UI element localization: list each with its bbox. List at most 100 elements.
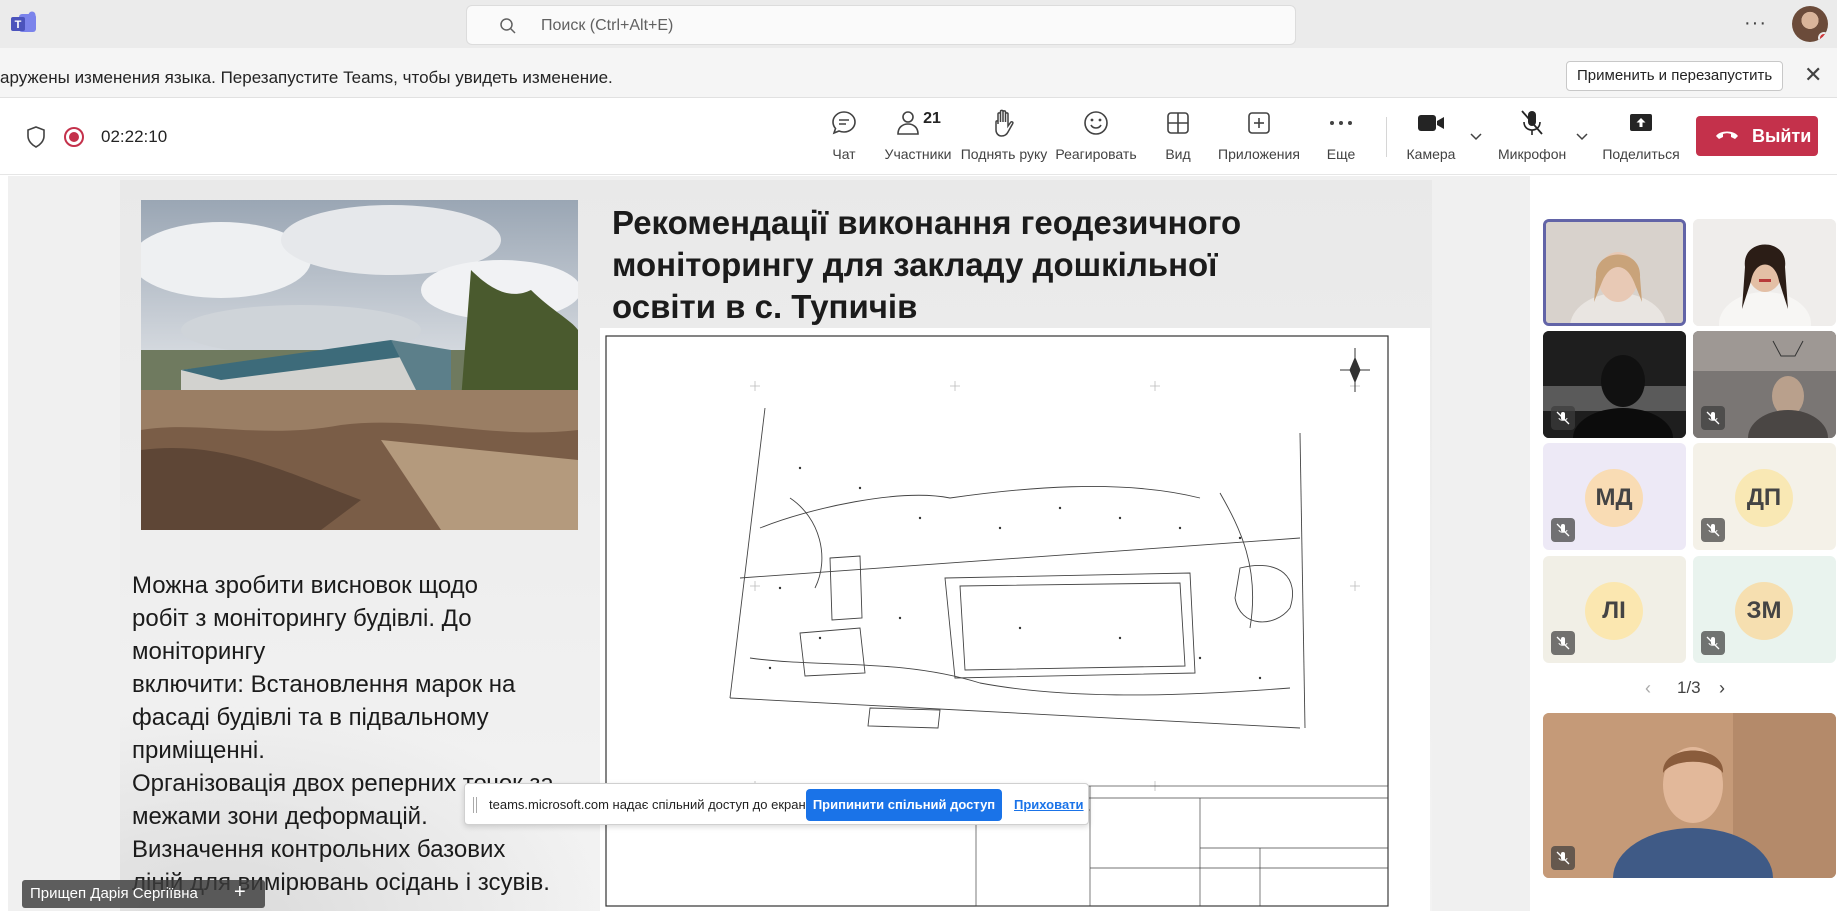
hide-link[interactable]: Приховати (1014, 797, 1084, 812)
share-button[interactable]: Поделиться (1602, 107, 1680, 162)
camera-icon (1418, 115, 1444, 131)
view-label: Вид (1165, 146, 1191, 162)
pin-icon[interactable]: + (234, 881, 246, 904)
muted-mic-icon (1701, 406, 1725, 430)
muted-mic-icon (1701, 631, 1725, 655)
toolbar-divider (1386, 117, 1387, 157)
add-app-icon (1248, 112, 1270, 134)
apps-label: Приложения (1218, 146, 1300, 162)
notice-message: аружены изменения языка. Перезапустите T… (0, 68, 613, 87)
participants-label: Участники (884, 146, 952, 162)
body-line: моніторингу (132, 638, 266, 665)
camera-options-chevron-down-icon[interactable] (1470, 133, 1482, 141)
more-label: Еще (1326, 146, 1356, 162)
self-view-tile[interactable] (1543, 713, 1836, 878)
shield-icon[interactable] (26, 126, 46, 148)
participant-initials-avatar: ЗМ (1735, 582, 1793, 640)
body-line: фасаді будівлі та в підвальному (132, 704, 489, 731)
hang-up-icon (1716, 131, 1738, 139)
camera-label: Камера (1406, 146, 1456, 162)
body-line: включити: Встановлення марок на (132, 671, 516, 698)
slide-title-line: Рекомендації виконання геодезичного (612, 204, 1242, 241)
grid-view-icon (1167, 112, 1189, 134)
react-label: Реагировать (1055, 146, 1137, 162)
meeting-toolbar: 02:22:10 Чат 21 Участники Поднять руку Р… (0, 99, 1837, 175)
more-icon (1330, 121, 1352, 125)
self-video (1543, 713, 1836, 878)
microphone-button[interactable]: Микрофон (1498, 107, 1566, 162)
muted-mic-icon (1551, 518, 1575, 542)
apply-restart-button[interactable]: Применить и перезапустить (1566, 61, 1784, 91)
raise-hand-label: Поднять руку (960, 146, 1048, 162)
slide-body-text: Можна зробити висновок щодо робіт з моні… (132, 569, 622, 899)
participant-tile[interactable] (1543, 331, 1686, 438)
muted-mic-icon (1551, 846, 1575, 870)
previous-page-chevron-left-icon[interactable]: ‹ (1645, 678, 1651, 699)
view-button[interactable]: Вид (1160, 107, 1196, 162)
body-line: приміщенні. (132, 737, 265, 764)
chat-button[interactable]: Чат (822, 107, 866, 162)
participant-video (1546, 222, 1683, 323)
raise-hand-button[interactable]: Поднять руку (960, 107, 1048, 162)
meeting-timer: 02:22:10 (101, 127, 168, 146)
search-placeholder: Поиск (Ctrl+Alt+E) (541, 17, 674, 34)
slide-title-line: моніторингу для закладу дошкільної (612, 246, 1218, 283)
participant-tile[interactable]: ДП (1693, 443, 1836, 550)
screen-share-notice: teams.microsoft.com надає спільний досту… (464, 783, 1089, 825)
muted-mic-icon (1551, 406, 1575, 430)
participants-button[interactable]: 21 Участники (882, 107, 954, 162)
body-line: Визначення контрольних базових (132, 836, 506, 863)
construction-site-photo (141, 200, 578, 530)
participants-count: 21 (923, 110, 941, 127)
people-icon (897, 111, 919, 135)
body-line: робіт з моніторингу будівлі. До (132, 605, 472, 632)
mic-off-icon (1521, 110, 1543, 135)
page-indicator: 1/3 (1677, 678, 1701, 697)
participant-tile[interactable] (1693, 331, 1836, 438)
chat-label: Чат (832, 146, 856, 162)
chat-icon (832, 111, 856, 135)
participant-video (1693, 219, 1836, 326)
teams-logo-icon[interactable]: T (10, 11, 38, 35)
participant-tile[interactable]: ЗМ (1693, 556, 1836, 663)
next-page-chevron-right-icon[interactable]: › (1719, 678, 1725, 699)
presenter-name-tag: Прищеп Дарія Сергіївна + (22, 880, 265, 908)
muted-mic-icon (1551, 631, 1575, 655)
presenter-name: Прищеп Дарія Сергіївна (30, 885, 198, 902)
more-options-icon[interactable]: ··· (1744, 12, 1767, 35)
camera-button[interactable]: Камера (1406, 107, 1456, 162)
search-box[interactable]: Поиск (Ctrl+Alt+E) (466, 5, 1296, 45)
recording-icon (64, 127, 84, 147)
stop-sharing-button[interactable]: Припинити спільний доступ (806, 789, 1002, 821)
hand-icon (995, 109, 1014, 137)
more-button[interactable]: Еще (1326, 107, 1356, 162)
share-label: Поделиться (1602, 146, 1680, 162)
leave-button[interactable]: Выйти (1696, 116, 1818, 156)
share-screen-icon (1630, 114, 1652, 131)
search-icon (500, 18, 516, 34)
drag-handle[interactable] (473, 797, 477, 813)
slide-title: Рекомендації виконання геодезичного моні… (612, 202, 1412, 328)
language-change-notice: аружены изменения языка. Перезапустите T… (0, 48, 1837, 98)
smiley-icon (1084, 111, 1108, 135)
user-avatar[interactable] (1792, 6, 1828, 42)
muted-mic-icon (1701, 518, 1725, 542)
microphone-label: Микрофон (1498, 146, 1567, 162)
participant-tile[interactable]: ЛІ (1543, 556, 1686, 663)
participant-initials-avatar: ДП (1735, 469, 1793, 527)
slide-title-line: освіти в с. Тупичів (612, 288, 918, 325)
microphone-options-chevron-down-icon[interactable] (1576, 133, 1588, 141)
react-button[interactable]: Реагировать (1055, 107, 1137, 162)
participant-initials-avatar: МД (1585, 469, 1643, 527)
share-notice-text: teams.microsoft.com надає спільний досту… (489, 797, 817, 812)
leave-label: Выйти (1752, 126, 1812, 146)
title-bar: T Поиск (Ctrl+Alt+E) ··· (0, 0, 1837, 48)
participant-tile[interactable]: МД (1543, 443, 1686, 550)
status-badge (1818, 32, 1828, 42)
participant-initials-avatar: ЛІ (1585, 582, 1643, 640)
close-icon[interactable]: ✕ (1804, 62, 1822, 88)
participant-tile[interactable] (1543, 219, 1686, 326)
svg-text:T: T (15, 19, 22, 31)
apps-button[interactable]: Приложения (1216, 107, 1302, 162)
participant-tile[interactable] (1693, 219, 1836, 326)
